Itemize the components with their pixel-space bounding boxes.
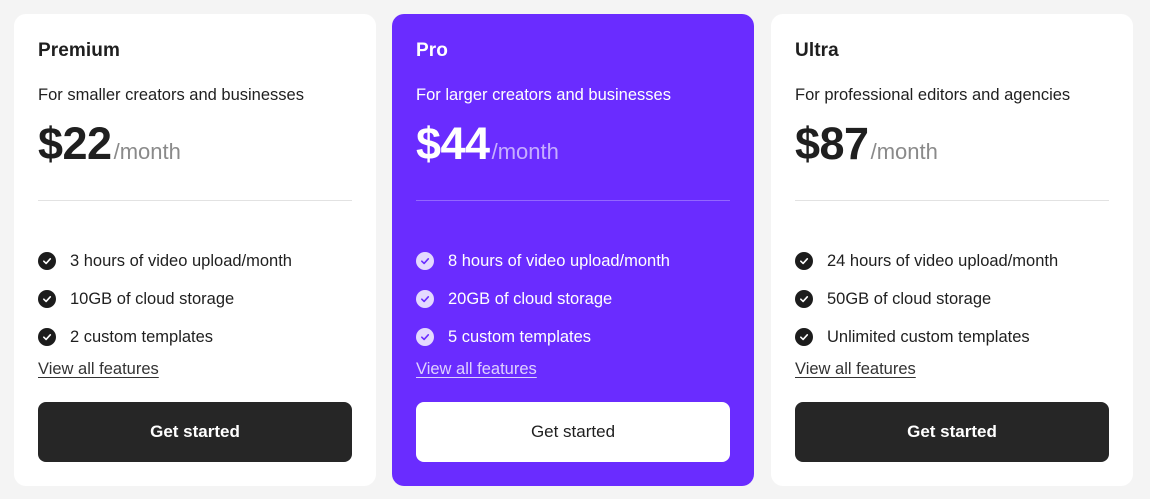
price-period: /month [113,139,181,164]
feature-item: 50GB of cloud storage [795,280,1109,318]
feature-label: 5 custom templates [448,327,592,346]
plan-description: For professional editors and agencies [795,86,1071,104]
get-started-button[interactable]: Get started [38,402,352,462]
check-circle-icon [795,252,813,270]
feature-item: 3 hours of video upload/month [38,242,352,280]
divider [416,200,730,201]
pricing-card-premium: Premium For smaller creators and busines… [14,14,376,486]
divider [795,200,1109,201]
price-amount: $87 [795,118,869,169]
feature-item: Unlimited custom templates [795,318,1109,356]
plan-description: For smaller creators and businesses [38,86,304,104]
view-all-features-link[interactable]: View all features [416,360,537,379]
divider [38,200,352,201]
feature-item: 5 custom templates [416,318,730,356]
price-amount: $22 [38,118,112,169]
check-circle-icon [416,252,434,270]
view-all-features-link[interactable]: View all features [38,360,159,379]
plan-price: $87 /month [795,118,938,170]
feature-label: 24 hours of video upload/month [827,251,1059,270]
check-circle-icon [38,290,56,308]
pricing-card-ultra: Ultra For professional editors and agenc… [771,14,1133,486]
feature-label: 2 custom templates [70,327,214,346]
check-circle-icon [416,290,434,308]
price-period: /month [491,139,559,164]
feature-label: 50GB of cloud storage [827,289,992,308]
plan-name: Ultra [795,40,839,61]
check-circle-icon [416,328,434,346]
check-circle-icon [795,328,813,346]
feature-item: 10GB of cloud storage [38,280,352,318]
feature-item: 24 hours of video upload/month [795,242,1109,280]
view-all-features-link[interactable]: View all features [795,360,916,379]
feature-list: 8 hours of video upload/month 20GB of cl… [416,242,730,356]
check-circle-icon [795,290,813,308]
check-circle-icon [38,328,56,346]
feature-label: 20GB of cloud storage [448,289,613,308]
feature-item: 2 custom templates [38,318,352,356]
feature-list: 3 hours of video upload/month 10GB of cl… [38,242,352,356]
price-period: /month [870,139,938,164]
plan-name: Premium [38,40,121,61]
feature-label: Unlimited custom templates [827,327,1030,346]
check-circle-icon [38,252,56,270]
feature-list: 24 hours of video upload/month 50GB of c… [795,242,1109,356]
price-amount: $44 [416,118,490,169]
plan-name: Pro [416,40,448,61]
feature-label: 10GB of cloud storage [70,289,235,308]
feature-item: 20GB of cloud storage [416,280,730,318]
feature-label: 8 hours of video upload/month [448,251,670,270]
plan-price: $22 /month [38,118,181,170]
plan-description: For larger creators and businesses [416,86,671,104]
pricing-card-pro: Pro For larger creators and businesses $… [392,14,754,486]
get-started-button[interactable]: Get started [795,402,1109,462]
feature-label: 3 hours of video upload/month [70,251,292,270]
feature-item: 8 hours of video upload/month [416,242,730,280]
get-started-button[interactable]: Get started [416,402,730,462]
plan-price: $44 /month [416,118,559,170]
